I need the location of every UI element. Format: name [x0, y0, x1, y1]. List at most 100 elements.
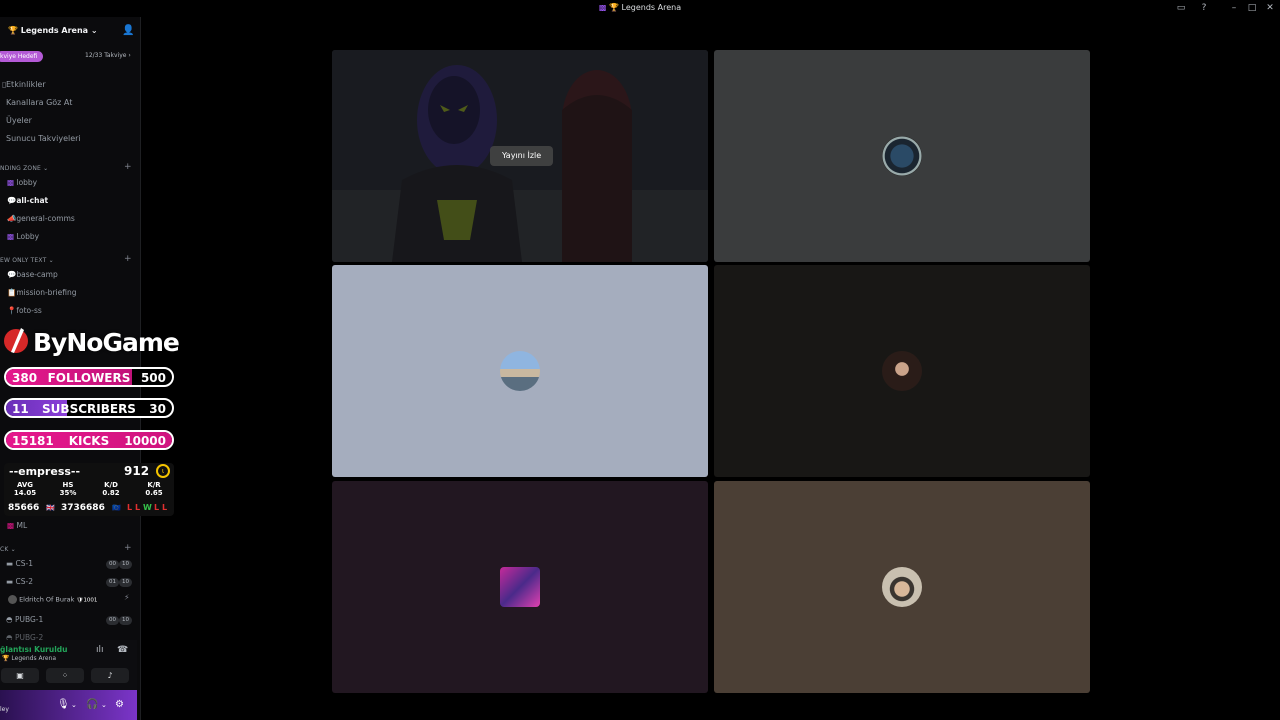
bynogame-logo-icon — [4, 328, 28, 353]
stream-tile[interactable]: Yayını İzle — [332, 50, 708, 262]
add-channel-icon[interactable]: + — [124, 543, 132, 553]
microphone-icon[interactable]: 🎙 — [57, 699, 70, 710]
invite-people-icon[interactable]: 👤 — [122, 25, 134, 36]
nav-members[interactable]: Üyeler — [6, 116, 32, 125]
voice-server-name: 🏆 Legends Arena — [2, 655, 57, 662]
voice-channel-pubg-1[interactable]: ◓ PUBG-1 — [6, 615, 43, 624]
voice-connection-panel: ğlantısı Kuruldu 🏆 Legends Arena ılı ☎ ▣… — [0, 640, 137, 690]
window-title: ▩ 🏆 Legends Arena — [0, 3, 1280, 12]
chevron-down-icon[interactable]: ⌄ — [101, 701, 107, 709]
country-rank: 85666 — [8, 503, 40, 513]
window-title-text: Legends Arena — [621, 3, 682, 12]
kicks-goal-value: 10000 — [124, 434, 166, 448]
voice-status-text[interactable]: ğlantısı Kuruldu — [0, 645, 67, 654]
channel-general-comms[interactable]: 📣general-comms — [7, 214, 75, 223]
match-result: L — [127, 503, 133, 512]
headphones-icon[interactable]: 🎧 — [86, 699, 98, 710]
participant-tile[interactable] — [714, 50, 1090, 262]
channel-lobby[interactable]: ▩ lobby — [7, 178, 37, 187]
participant-tile[interactable] — [714, 481, 1090, 693]
nav-events[interactable]: ▯ Etkinlikler — [2, 80, 46, 89]
boost-goal-bar[interactable]: kviye Hedefi 12/33 Takviye › — [0, 49, 136, 64]
username[interactable]: ley — [0, 706, 9, 713]
screen-share-icon: ▣ — [16, 671, 24, 680]
match-result: L — [154, 503, 160, 512]
voice-member[interactable]: Eldritch Of Burak 🛡1001 — [8, 595, 97, 604]
title-bar: ▩ 🏆 Legends Arena ▭ ? – □ ✕ — [0, 0, 1280, 17]
help-icon[interactable]: ? — [1197, 2, 1211, 14]
channel-ml[interactable]: ▩ ML — [7, 521, 27, 530]
close-button[interactable]: ✕ — [1263, 2, 1277, 14]
voice-user-limit: 10 — [119, 578, 132, 587]
chevron-down-icon[interactable]: ⌄ — [71, 701, 77, 709]
voice-user-count: 01 — [106, 578, 119, 587]
server-header[interactable]: 🏆 Legends Arena ⌄ 👤 — [0, 22, 140, 40]
avatar — [882, 136, 922, 176]
user-panel: ley 🎙 ⌄ 🎧 ⌄ ⚙ — [0, 690, 137, 720]
participant-tile[interactable] — [714, 265, 1090, 477]
trophy-icon: 🏆 — [609, 3, 619, 12]
server-name[interactable]: 🏆 Legends Arena ⌄ — [8, 26, 98, 35]
nav-server-boosts[interactable]: Sunucu Takviyeleri — [6, 134, 81, 143]
faceit-stats-widget: --empress-- 912 ɩ AVG 14.05 HS 35% K/D 0.82… — [4, 463, 174, 516]
channel-lobby-voice[interactable]: ▩ Lobby — [7, 232, 39, 241]
participant-tile[interactable] — [332, 481, 708, 693]
calendar-icon: ▯ — [2, 80, 7, 89]
watch-stream-button[interactable]: Yayını İzle — [490, 146, 554, 166]
activities-icon: ⁘ — [61, 671, 69, 680]
subscribers-goal-value: 30 — [149, 402, 166, 416]
brand-name: ByNoGame — [33, 328, 180, 357]
maximize-button[interactable]: □ — [1245, 2, 1259, 14]
region-rank: 3736686 — [61, 503, 105, 513]
stream-overlay: ByNoGame 380 FOLLOWERS 500 11 SUBSCRIBER… — [0, 318, 182, 518]
voice-user-limit: 10 — [119, 616, 132, 625]
bynogame-logo: ByNoGame — [0, 324, 182, 358]
minimize-button[interactable]: – — [1227, 2, 1241, 14]
member-badge: 🛡1001 — [76, 597, 98, 604]
speech-bubble-icon: 💬 — [7, 270, 17, 279]
helmet-icon: ◓ — [6, 615, 15, 624]
match-result: L — [135, 503, 141, 512]
voice-channel-cs-2[interactable]: ▬ CS-2 — [6, 577, 33, 586]
category-landing-zone[interactable]: NDING ZONE ⌄ — [0, 165, 48, 172]
settings-gear-icon[interactable]: ⚙ — [115, 699, 124, 710]
channel-mission-briefing[interactable]: 📋mission-briefing — [7, 288, 76, 297]
nav-browse-channels[interactable]: Kanallara Göz At — [6, 98, 72, 107]
avatar — [882, 351, 922, 391]
followers-goal: 380 FOLLOWERS 500 — [4, 367, 174, 387]
channel-base-camp[interactable]: 💬base-camp — [7, 270, 58, 279]
voice-channel-cs-1[interactable]: ▬ CS-1 — [6, 559, 33, 568]
uk-flag-icon: 🇬🇧 — [46, 504, 55, 512]
add-channel-icon[interactable]: + — [124, 162, 132, 172]
stat-avg: AVG 14.05 — [13, 481, 37, 497]
boost-count: 12/33 Takviye › — [85, 52, 131, 59]
voice-user-limit: 10 — [119, 560, 132, 569]
category-pick[interactable]: CK ⌄ — [0, 546, 16, 553]
add-channel-icon[interactable]: + — [124, 254, 132, 264]
clipboard-icon: 📋 — [7, 288, 17, 297]
match-result: L — [162, 503, 168, 512]
eu-flag-icon: 🇪🇺 — [112, 504, 121, 512]
avatar — [8, 595, 17, 604]
soundboard-button[interactable]: ♪ — [91, 668, 129, 683]
participant-tile[interactable] — [332, 265, 708, 477]
disconnect-icon[interactable]: ☎ — [117, 645, 128, 655]
channel-foto-ss[interactable]: 📍foto-ss — [7, 306, 42, 315]
dice-icon: ▩ — [598, 3, 607, 12]
share-screen-button[interactable]: ▣ — [1, 668, 39, 683]
avatar — [882, 567, 922, 607]
followers-goal-value: 500 — [140, 371, 166, 385]
noise-suppression-icon[interactable]: ılı — [96, 645, 104, 655]
subscribers-goal: 11 SUBSCRIBERS 30 — [4, 398, 174, 418]
speech-bubble-icon: 💬 — [7, 196, 17, 205]
category-view-only-text[interactable]: EW ONLY TEXT ⌄ — [0, 257, 54, 264]
soundboard-icon: ♪ — [107, 671, 113, 680]
activities-button[interactable]: ⁘ — [46, 668, 84, 683]
inbox-icon[interactable]: ▭ — [1174, 2, 1188, 14]
pin-icon: 📍 — [7, 306, 17, 315]
match-result: W — [143, 503, 152, 512]
channel-all-chat[interactable]: 💬all-chat — [7, 196, 48, 205]
voice-user-count: 00 — [106, 616, 119, 625]
stat-kd: K/D 0.82 — [102, 481, 120, 497]
stream-icon: ⚡ — [124, 593, 130, 602]
